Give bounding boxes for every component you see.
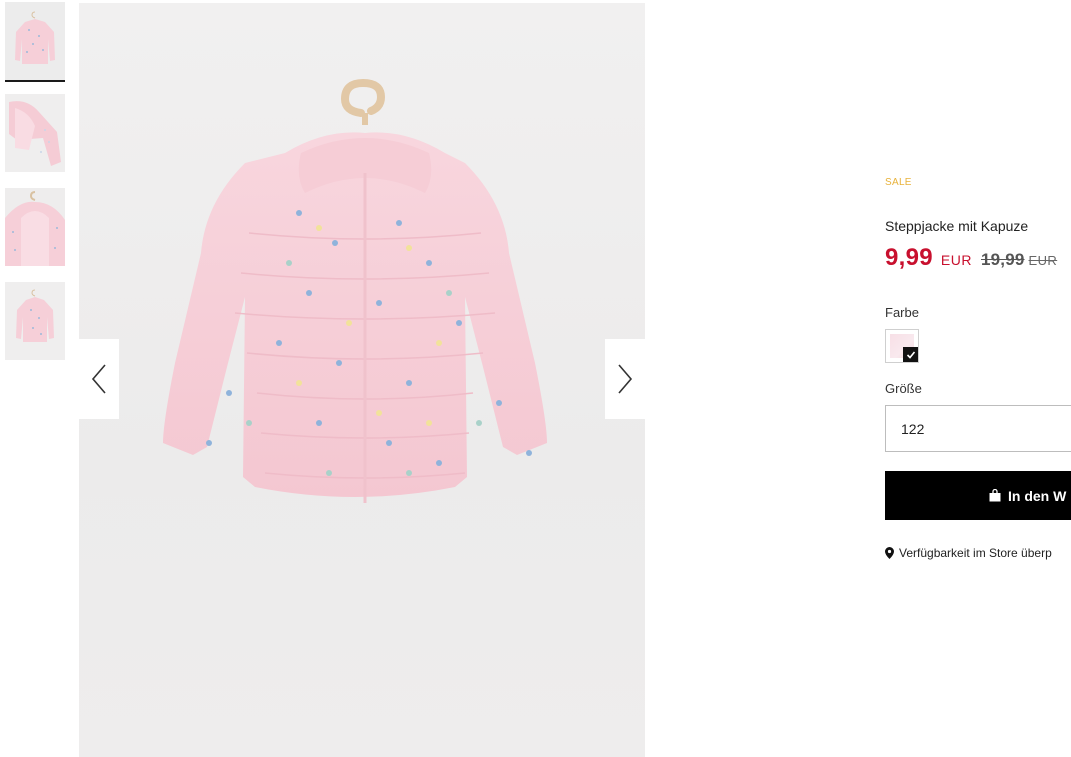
chevron-right-icon	[618, 364, 633, 394]
thumbnail-list	[5, 2, 65, 376]
current-price-currency: EUR	[940, 252, 972, 268]
store-availability-label: Verfügbarkeit im Store überp	[899, 546, 1052, 560]
store-availability-link[interactable]: Verfügbarkeit im Store überp	[885, 546, 1052, 560]
sale-badge: SALE	[885, 177, 912, 188]
thumbnail-inside[interactable]	[5, 94, 65, 172]
thumbnail-hood-detail[interactable]	[5, 188, 65, 266]
color-label: Farbe	[885, 305, 919, 320]
jacket-illustration	[163, 78, 547, 503]
old-price: 19,99	[980, 250, 1025, 269]
add-to-cart-label: In den W	[1008, 487, 1067, 504]
old-price-currency: EUR	[1028, 253, 1058, 268]
check-icon	[903, 347, 918, 362]
current-price: 9,99	[885, 244, 933, 271]
location-pin-icon	[885, 547, 894, 559]
product-title: Steppjacke mit Kapuze	[885, 218, 1029, 234]
size-value: 122	[901, 420, 925, 437]
thumbnail-back[interactable]	[5, 282, 65, 360]
add-to-cart-button[interactable]: In den W	[885, 471, 1071, 520]
chevron-left-icon	[91, 364, 106, 394]
active-thumbnail-indicator	[5, 80, 65, 82]
color-swatch-pink[interactable]	[885, 329, 919, 363]
size-select[interactable]: 122	[885, 405, 1071, 452]
price-row: 9,99 EUR 19,99 EUR	[885, 244, 1057, 272]
next-image-button[interactable]	[605, 339, 645, 419]
product-image	[79, 3, 645, 757]
size-label: Größe	[885, 381, 922, 396]
product-info: SALE Steppjacke mit Kapuze 9,99 EUR 19,9…	[885, 0, 1071, 757]
shopping-bag-icon	[989, 489, 1001, 502]
thumbnail-front[interactable]	[5, 2, 65, 80]
previous-image-button[interactable]	[79, 339, 119, 419]
